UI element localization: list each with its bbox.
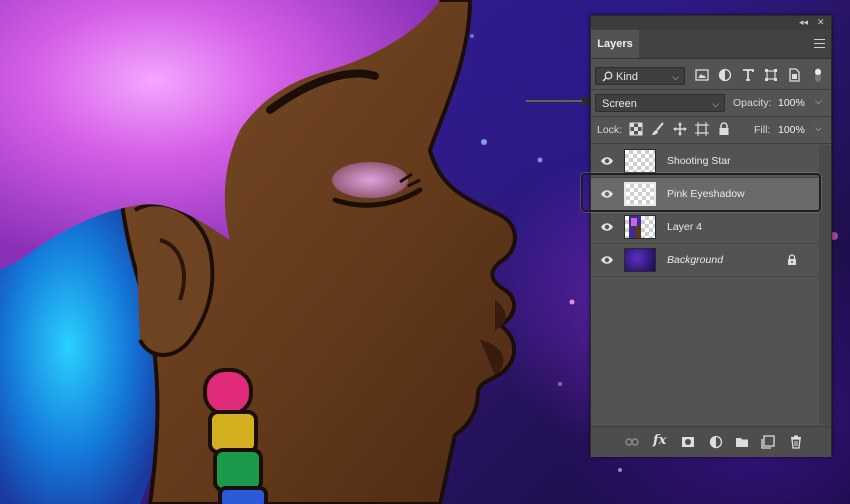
chevron-down-icon: ⌵ [712, 99, 719, 109]
layer-row-background[interactable]: Background [591, 244, 819, 277]
eye-icon[interactable] [600, 254, 614, 266]
layer-name[interactable]: Background [667, 254, 723, 266]
shape-filter-icon[interactable] [763, 67, 779, 83]
opacity-label: Opacity: [733, 97, 772, 109]
adjustment-filter-icon[interactable] [717, 67, 733, 83]
lock-artboard-icon[interactable] [695, 122, 709, 136]
link-layers-icon[interactable] [625, 435, 639, 449]
image-filter-icon[interactable] [694, 67, 710, 83]
layer-thumbnail [624, 215, 656, 239]
panel-tab-row: Layers [591, 30, 831, 59]
type-filter-icon[interactable] [740, 67, 756, 83]
smart-object-filter-icon[interactable] [786, 67, 802, 83]
fill-chevron-icon[interactable]: ⌵ [815, 123, 822, 134]
annotation-arrow [526, 96, 598, 106]
chevron-down-icon: ⌵ [672, 72, 679, 82]
layer-name[interactable]: Pink Eyeshadow [667, 188, 745, 200]
eye-icon[interactable] [600, 221, 614, 233]
lock-fill-row: Lock: Fill: 100% ⌵ [591, 121, 831, 139]
blend-mode-dropdown[interactable]: Screen ⌵ [595, 94, 725, 112]
layer-thumbnail [624, 248, 656, 272]
layer-thumbnail [624, 182, 656, 206]
add-mask-icon[interactable] [681, 435, 695, 449]
layers-scrollbar[interactable] [819, 145, 831, 425]
new-group-icon[interactable] [735, 435, 749, 449]
lock-icon[interactable] [787, 254, 797, 266]
delete-layer-icon[interactable] [789, 435, 803, 449]
layers-list: Shooting Star Pink Eyeshadow Layer 4 Bac… [591, 145, 819, 277]
eye-icon[interactable] [600, 155, 614, 167]
search-icon [602, 71, 613, 82]
layer-name[interactable]: Shooting Star [667, 155, 731, 167]
layer-art-preview [629, 216, 641, 238]
fill-value[interactable]: 100% [778, 124, 805, 136]
layer-row-shooting-star[interactable]: Shooting Star [591, 145, 819, 178]
collapse-panel-button[interactable]: ◂◂ [799, 17, 808, 28]
layer-name[interactable]: Layer 4 [667, 221, 702, 233]
adjustment-layer-icon[interactable] [709, 435, 723, 449]
lock-image-icon[interactable] [651, 122, 665, 136]
tab-layers[interactable]: Layers [591, 30, 639, 58]
opacity-value[interactable]: 100% [778, 97, 805, 109]
blend-opacity-row: Screen ⌵ Opacity: 100% ⌵ [591, 94, 831, 112]
layer-row-layer-4[interactable]: Layer 4 [591, 211, 819, 244]
layer-thumbnail [624, 149, 656, 173]
layer-row-pink-eyeshadow[interactable]: Pink Eyeshadow [591, 178, 819, 211]
filter-row: Kind ⌵ [591, 67, 831, 85]
lock-transparent-icon[interactable] [629, 122, 643, 136]
fill-label: Fill: [754, 124, 771, 136]
opacity-chevron-icon[interactable]: ⌵ [815, 96, 822, 107]
layers-panel: ◂◂ ✕ Layers Kind ⌵ Screen ⌵ Opacity: 100… [590, 15, 832, 457]
lock-position-icon[interactable] [673, 122, 687, 136]
lock-label: Lock: [597, 124, 623, 136]
panel-title-bar[interactable]: ◂◂ ✕ [591, 16, 831, 30]
filter-kind-dropdown[interactable]: Kind ⌵ [595, 67, 685, 85]
new-layer-icon[interactable] [761, 435, 775, 449]
eye-icon[interactable] [600, 188, 614, 200]
panel-bottom-bar: fx [591, 426, 831, 457]
fx-icon[interactable]: fx [653, 433, 669, 448]
filter-toggle-icon[interactable] [813, 67, 823, 83]
blend-mode-value: Screen [602, 98, 637, 110]
lock-all-icon[interactable] [717, 122, 731, 136]
filter-kind-label: Kind [616, 71, 639, 83]
close-panel-button[interactable]: ✕ [817, 17, 825, 28]
panel-menu-icon[interactable] [814, 39, 825, 48]
